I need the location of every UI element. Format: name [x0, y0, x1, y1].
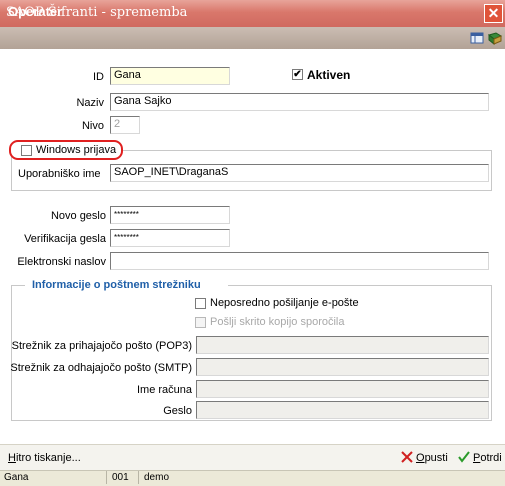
- aktiven-checkbox[interactable]: ✔: [292, 69, 303, 80]
- windows-group-bottom-border: [11, 190, 492, 191]
- section-header-bar: [0, 27, 505, 49]
- status-user: Gana: [4, 472, 29, 483]
- skrito-kopijo-label: Pošlji skrito kopijo sporočila: [210, 316, 345, 328]
- novo-geslo-label: Novo geslo: [50, 210, 106, 222]
- status-code: 001: [112, 472, 129, 483]
- nivo-label: Nivo: [81, 120, 104, 132]
- book-export-icon[interactable]: [487, 31, 503, 46]
- mail-group-right-border: [491, 285, 492, 420]
- page-title: Operater: [8, 4, 63, 19]
- windows-group-top-border: [120, 150, 491, 151]
- verifikacija-gesla-label: Verifikacija gesla: [24, 233, 106, 245]
- neposredno-checkbox[interactable]: [195, 298, 206, 309]
- hitro-tiskanje-button[interactable]: Hitro tiskanje...: [8, 452, 81, 464]
- pop3-label: Strežnik za prihajajočo pošto (POP3): [11, 340, 192, 352]
- elektronski-naslov-field[interactable]: [110, 252, 489, 270]
- close-button[interactable]: ✕: [484, 4, 503, 23]
- mail-group-left-border: [11, 285, 12, 420]
- uporabnisko-ime-field[interactable]: SAOP_INET\DraganaS: [110, 164, 489, 182]
- nivo-field[interactable]: 2: [110, 116, 140, 134]
- cancel-x-icon: [401, 451, 413, 463]
- naziv-field[interactable]: Gana Sajko: [110, 93, 489, 111]
- aktiven-label: Aktiven: [307, 68, 351, 82]
- opusti-button[interactable]: Opusti: [416, 452, 448, 464]
- id-field[interactable]: Gana: [110, 67, 230, 85]
- ime-racuna-field[interactable]: [196, 380, 489, 398]
- smtp-field[interactable]: [196, 358, 489, 376]
- status-divider: [138, 471, 139, 484]
- naziv-label: Naziv: [76, 97, 104, 109]
- uporabnisko-ime-label: Uporabniško ime: [18, 168, 101, 180]
- mail-section-title: Informacije o poštnem strežniku: [32, 279, 201, 291]
- checkmark-icon: [458, 451, 470, 463]
- novo-geslo-field[interactable]: ********: [110, 206, 230, 224]
- status-database: demo: [144, 472, 170, 483]
- table-view-icon[interactable]: [470, 31, 484, 45]
- mail-group-top-border-left: [11, 285, 25, 286]
- id-label: ID: [93, 71, 104, 83]
- mail-group-top-border-right: [228, 285, 491, 286]
- ime-racuna-label: Ime računa: [136, 384, 192, 396]
- elektronski-naslov-label: Elektronski naslov: [17, 256, 106, 268]
- neposredno-label: Neposredno pošiljanje e-pošte: [210, 297, 359, 309]
- windows-prijava-label: Windows prijava: [36, 144, 117, 156]
- potrdi-button[interactable]: Potrdi: [473, 452, 502, 464]
- skrito-kopijo-checkbox[interactable]: [195, 317, 206, 328]
- status-bar: [0, 470, 505, 486]
- windows-prijava-checkbox[interactable]: [21, 145, 32, 156]
- windows-group-right-border: [491, 150, 492, 190]
- status-divider: [106, 471, 107, 484]
- geslo-label: Geslo: [163, 405, 192, 417]
- verifikacija-gesla-field[interactable]: ********: [110, 229, 230, 247]
- pop3-field[interactable]: [196, 336, 489, 354]
- mail-group-bottom-border: [11, 420, 492, 421]
- smtp-label: Strežnik za odhajajočo pošto (SMTP): [10, 362, 192, 374]
- geslo-field[interactable]: [196, 401, 489, 419]
